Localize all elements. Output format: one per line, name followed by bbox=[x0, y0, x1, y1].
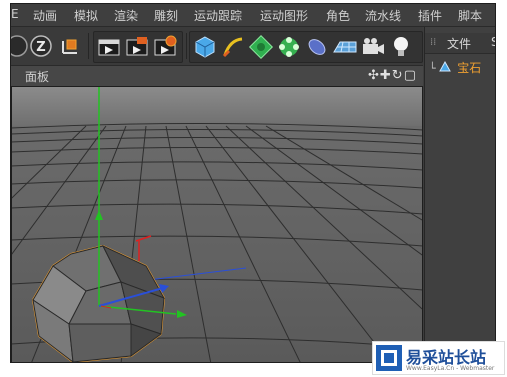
zoom-view-icon[interactable]: ✚ bbox=[380, 68, 392, 83]
object-list-item[interactable]: └ 宝石 bbox=[429, 59, 481, 77]
render-view-icon bbox=[98, 39, 120, 56]
menu-render[interactable]: 渲染 bbox=[114, 7, 138, 24]
watermark-logo-icon bbox=[376, 345, 402, 371]
cube-button[interactable] bbox=[192, 34, 218, 60]
floor-button[interactable] bbox=[332, 34, 358, 60]
object-manager-tabbar: ⁞⁞ 文件 S bbox=[425, 33, 495, 54]
render-view-button[interactable] bbox=[96, 34, 122, 60]
pen-spline-button[interactable] bbox=[220, 34, 246, 60]
z-axis-icon: Z bbox=[30, 35, 52, 57]
cinema4d-window: E 动画 模拟 渲染 雕刻 运动跟踪 运动图形 角色 流水线 插件 脚本 Z 面… bbox=[10, 3, 496, 363]
cloner-icon bbox=[279, 37, 299, 57]
subdivision-surface-button[interactable] bbox=[248, 34, 274, 60]
cube-icon bbox=[195, 36, 215, 58]
menu-pipeline[interactable]: 流水线 bbox=[365, 7, 401, 24]
floor-icon bbox=[333, 41, 357, 53]
panel-grip-icon[interactable]: ⁞⁞ bbox=[430, 37, 440, 49]
coordinate-system-button[interactable] bbox=[57, 33, 83, 59]
more-menu[interactable]: S bbox=[491, 35, 495, 49]
menu-bar: E 动画 模拟 渲染 雕刻 运动跟踪 运动图形 角色 流水线 插件 脚本 bbox=[11, 4, 495, 27]
object-name: 宝石 bbox=[457, 61, 482, 75]
menu-simulate[interactable]: 模拟 bbox=[74, 7, 98, 24]
cloner-button[interactable] bbox=[276, 34, 302, 60]
light-bulb-icon bbox=[394, 37, 408, 56]
3d-viewport[interactable] bbox=[11, 86, 423, 362]
tree-branch-icon: └ bbox=[429, 62, 436, 75]
menu-motion-tracking[interactable]: 运动跟踪 bbox=[194, 7, 242, 24]
menu-sculpt[interactable]: 雕刻 bbox=[154, 7, 178, 24]
file-menu[interactable]: 文件 bbox=[447, 35, 471, 52]
viewport-scene bbox=[11, 86, 423, 362]
z-axis-lock-button[interactable]: Z bbox=[28, 33, 54, 59]
viewport-panel-menu[interactable]: 面板 bbox=[25, 68, 49, 85]
watermark-subtitle: Www.EasyLa.Cn - Webmaster bbox=[406, 365, 495, 372]
render-settings-button[interactable] bbox=[152, 34, 178, 60]
render-toolbar-group bbox=[93, 31, 183, 63]
gem-object-icon bbox=[439, 60, 452, 72]
deformer-icon bbox=[308, 39, 326, 55]
viewport-nav-icons: ✣✚↻▢ bbox=[368, 68, 417, 83]
maximize-view-icon[interactable]: ▢ bbox=[404, 68, 417, 83]
site-watermark: 易采站长站 Www.EasyLa.Cn - Webmaster bbox=[372, 341, 505, 375]
menu-edit[interactable]: E bbox=[11, 7, 19, 21]
menu-animation[interactable]: 动画 bbox=[33, 7, 57, 24]
light-button[interactable] bbox=[388, 34, 414, 60]
menu-character[interactable]: 角色 bbox=[326, 7, 350, 24]
create-toolbar-group bbox=[189, 31, 423, 63]
rotate-view-icon[interactable]: ↻ bbox=[392, 68, 404, 83]
render-settings-icon bbox=[154, 35, 177, 56]
picture-viewer-icon bbox=[126, 37, 148, 56]
viewport-header: 面板 ✣✚↻▢ bbox=[11, 66, 423, 87]
menu-mograph[interactable]: 运动图形 bbox=[260, 7, 308, 24]
render-picture-viewer-button[interactable] bbox=[124, 34, 150, 60]
camera-button[interactable] bbox=[360, 34, 386, 60]
menu-script[interactable]: 脚本 bbox=[458, 7, 482, 24]
pen-icon bbox=[222, 37, 243, 58]
deformer-button[interactable] bbox=[304, 34, 330, 60]
menu-plugins[interactable]: 插件 bbox=[418, 7, 442, 24]
svg-text:Z: Z bbox=[36, 40, 45, 55]
move-view-icon[interactable]: ✣ bbox=[368, 68, 380, 83]
world-coordinate-icon bbox=[62, 39, 77, 54]
subdivision-icon bbox=[248, 34, 274, 60]
camera-icon bbox=[363, 38, 384, 54]
main-toolbar: Z bbox=[11, 27, 423, 66]
object-manager-panel: ⁞⁞ 文件 S └ 宝石 bbox=[424, 27, 495, 362]
